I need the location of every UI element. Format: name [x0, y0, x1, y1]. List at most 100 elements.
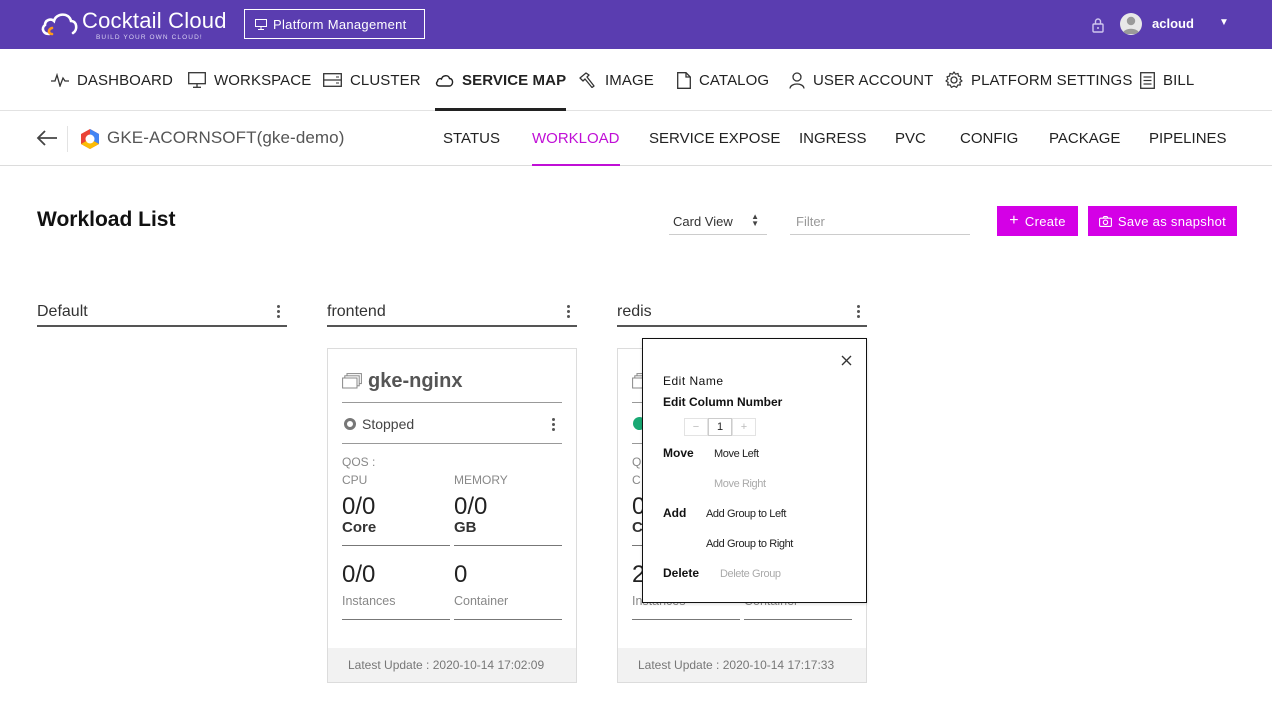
- nav-item-cluster[interactable]: CLUSTER: [323, 49, 421, 111]
- nav-item-platform-settings[interactable]: PLATFORM SETTINGS: [945, 49, 1132, 111]
- nav-item-catalog[interactable]: CATALOG: [677, 49, 769, 111]
- nav-item-label: IMAGE: [605, 71, 654, 89]
- cluster-subnav: GKE-ACORNSOFT(gke-demo) STATUS WORKLOAD …: [0, 111, 1272, 166]
- monitor-icon: [188, 72, 206, 88]
- nav-item-label: SERVICE MAP: [462, 71, 567, 89]
- edit-name-item[interactable]: Edit Name: [663, 374, 724, 388]
- divider: [632, 619, 740, 620]
- column-number-stepper: − 1 +: [684, 418, 756, 436]
- close-icon[interactable]: [841, 353, 852, 371]
- gear-icon: [945, 71, 963, 88]
- group-name[interactable]: redis: [617, 303, 652, 321]
- delete-label: Delete: [663, 566, 700, 580]
- memory-unit: GB: [454, 519, 477, 536]
- pulse-icon: [51, 73, 69, 87]
- column-number-value[interactable]: 1: [708, 418, 732, 436]
- save-snapshot-button[interactable]: Save as snapshot: [1088, 206, 1237, 236]
- monitor-icon: [255, 18, 267, 30]
- lock-icon[interactable]: [1091, 17, 1105, 38]
- nav-item-label: CLUSTER: [350, 71, 421, 89]
- memory-value: 0/0: [454, 493, 488, 520]
- add-label: Add: [663, 506, 687, 520]
- move-left-item[interactable]: Move Left: [714, 448, 759, 460]
- divider: [342, 402, 562, 403]
- group-name[interactable]: frontend: [327, 303, 386, 321]
- group-header-redis: redis: [617, 300, 867, 327]
- nav-item-label: PLATFORM SETTINGS: [971, 71, 1133, 89]
- nav-item-label: BILL: [1163, 71, 1195, 89]
- divider: [454, 545, 562, 546]
- increment-button[interactable]: +: [732, 418, 756, 436]
- filter-input[interactable]: [790, 209, 970, 235]
- instances-label: Instances: [342, 594, 396, 608]
- latest-update: Latest Update : 2020-10-14 17:17:33: [618, 648, 866, 682]
- cpu-unit: Core: [342, 519, 377, 536]
- nav-item-workspace[interactable]: WORKSPACE: [188, 49, 311, 111]
- move-label: Move: [663, 446, 694, 460]
- tab-status[interactable]: STATUS: [443, 111, 500, 166]
- divider: [342, 619, 450, 620]
- cocktail-logo[interactable]: Cocktail Cloud BUILD YOUR OWN CLOUD!: [40, 8, 227, 42]
- latest-update: Latest Update : 2020-10-14 17:02:09: [328, 648, 576, 682]
- avatar[interactable]: [1120, 13, 1142, 35]
- main-navigation: DASHBOARD WORKSPACE CLUSTER SERVICE MAP …: [0, 49, 1272, 111]
- cpu-label: CPU: [342, 473, 368, 487]
- nav-item-service-map[interactable]: SERVICE MAP: [435, 49, 567, 111]
- server-icon: [323, 73, 342, 87]
- tab-service-expose[interactable]: SERVICE EXPOSE: [649, 111, 780, 166]
- bill-icon: [1140, 71, 1155, 89]
- plus-icon: +: [1009, 212, 1019, 229]
- group-name[interactable]: Default: [37, 303, 88, 321]
- username[interactable]: acloud: [1152, 16, 1194, 31]
- stack-icon: [342, 373, 362, 394]
- nav-item-bill[interactable]: BILL: [1140, 49, 1194, 111]
- edit-column-label: Edit Column Number: [663, 395, 783, 409]
- tab-pipelines[interactable]: PIPELINES: [1149, 111, 1227, 166]
- logo-title: Cocktail Cloud: [82, 8, 227, 33]
- more-vertical-icon[interactable]: [567, 305, 571, 319]
- back-arrow-icon[interactable]: [36, 129, 58, 152]
- add-group-right-item[interactable]: Add Group to Right: [706, 538, 793, 550]
- group-header-frontend: frontend: [327, 300, 577, 327]
- nav-item-user-account[interactable]: USER ACCOUNT: [789, 49, 933, 111]
- create-button[interactable]: + Create: [997, 206, 1078, 236]
- nav-item-label: USER ACCOUNT: [813, 71, 934, 89]
- file-icon: [677, 71, 691, 89]
- tab-ingress[interactable]: INGRESS: [799, 111, 867, 166]
- stopped-status-icon: [344, 418, 356, 430]
- divider: [744, 619, 852, 620]
- platform-management-button[interactable]: Platform Management: [244, 9, 425, 39]
- workload-name[interactable]: gke-nginx: [368, 370, 462, 393]
- add-group-left-item[interactable]: Add Group to Left: [706, 508, 786, 520]
- page-title: Workload List: [37, 208, 176, 231]
- cluster-name: GKE-ACORNSOFT(gke-demo): [107, 128, 345, 147]
- container-label: Container: [454, 594, 509, 608]
- move-right-item[interactable]: Move Right: [714, 478, 766, 490]
- group-header-default: Default: [37, 300, 287, 327]
- tab-package[interactable]: PACKAGE: [1049, 111, 1120, 166]
- delete-group-item[interactable]: Delete Group: [720, 568, 781, 580]
- save-snapshot-label: Save as snapshot: [1117, 213, 1227, 229]
- qos-label: QOS :: [342, 455, 376, 469]
- tab-config[interactable]: CONFIG: [960, 111, 1018, 166]
- nav-item-image[interactable]: IMAGE: [579, 49, 654, 111]
- tab-pvc[interactable]: PVC: [895, 111, 926, 166]
- status-badge: Stopped: [344, 416, 414, 432]
- workload-card[interactable]: gke-nginx Stopped QOS : CPU MEMORY 0/0 0…: [327, 348, 577, 683]
- tab-workload[interactable]: WORKLOAD: [532, 111, 620, 166]
- more-vertical-icon[interactable]: [552, 418, 556, 432]
- group-options-popup: Edit Name Edit Column Number − 1 + Move …: [642, 338, 867, 603]
- platform-management-label: Platform Management: [273, 16, 407, 32]
- top-header: Cocktail Cloud BUILD YOUR OWN CLOUD! Pla…: [0, 0, 1272, 49]
- nav-item-label: WORKSPACE: [214, 71, 312, 89]
- more-vertical-icon[interactable]: [277, 305, 281, 319]
- view-mode-value: Card View: [673, 214, 733, 229]
- chevron-down-icon[interactable]: ▼: [1219, 17, 1229, 28]
- cocktail-cloud-icon: [40, 8, 80, 38]
- nav-item-label: CATALOG: [699, 71, 770, 89]
- more-vertical-icon[interactable]: [857, 305, 861, 319]
- hammer-icon: [579, 72, 595, 88]
- view-mode-select[interactable]: Card View ▲ ▼: [669, 209, 767, 235]
- nav-item-dashboard[interactable]: DASHBOARD: [51, 49, 173, 111]
- decrement-button[interactable]: −: [684, 418, 708, 436]
